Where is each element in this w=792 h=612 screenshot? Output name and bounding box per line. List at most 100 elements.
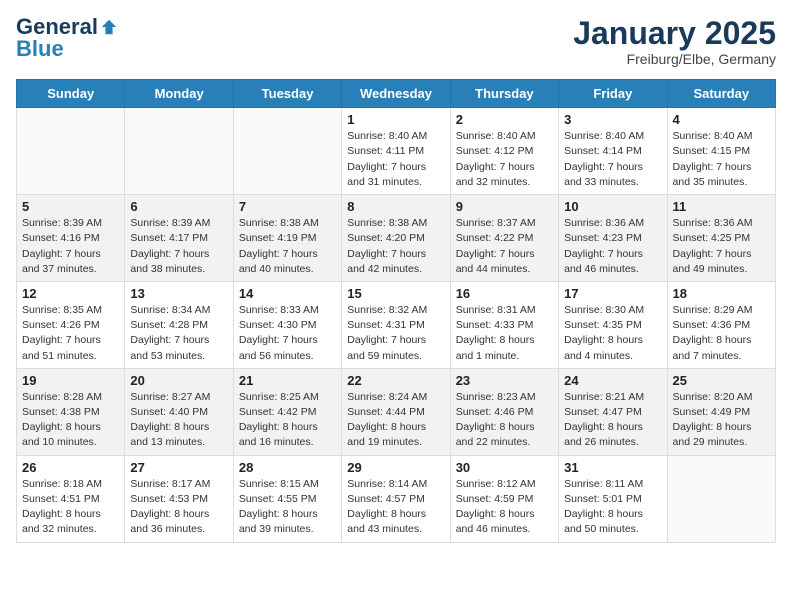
day-info: Sunrise: 8:14 AM Sunset: 4:57 PM Dayligh… [347,477,444,538]
calendar-day-cell: 7 Sunrise: 8:38 AM Sunset: 4:19 PM Daylig… [233,195,341,282]
calendar-day-cell: 20 Sunrise: 8:27 AM Sunset: 4:40 PM Dayli… [125,368,233,455]
calendar-day-cell [667,455,775,542]
calendar-day-cell: 13 Sunrise: 8:34 AM Sunset: 4:28 PM Dayli… [125,281,233,368]
day-number: 30 [456,460,553,475]
day-number: 8 [347,199,444,214]
day-info: Sunrise: 8:12 AM Sunset: 4:59 PM Dayligh… [456,477,553,538]
day-info: Sunrise: 8:24 AM Sunset: 4:44 PM Dayligh… [347,390,444,451]
calendar-day-cell: 15 Sunrise: 8:32 AM Sunset: 4:31 PM Dayli… [342,281,450,368]
month-title: January 2025 [573,16,776,51]
calendar-day-cell: 25 Sunrise: 8:20 AM Sunset: 4:49 PM Dayli… [667,368,775,455]
day-info: Sunrise: 8:34 AM Sunset: 4:28 PM Dayligh… [130,303,227,364]
day-number: 4 [673,112,770,127]
calendar-day-cell: 1Sunrise: 8:40 AM Sunset: 4:11 PM Daylig… [342,108,450,195]
day-number: 10 [564,199,661,214]
calendar-day-cell: 9 Sunrise: 8:37 AM Sunset: 4:22 PM Daylig… [450,195,558,282]
calendar-day-cell: 31Sunrise: 8:11 AM Sunset: 5:01 PM Dayli… [559,455,667,542]
calendar-day-cell: 23 Sunrise: 8:23 AM Sunset: 4:46 PM Dayli… [450,368,558,455]
day-info: Sunrise: 8:39 AM Sunset: 4:17 PM Dayligh… [130,216,227,277]
day-number: 13 [130,286,227,301]
calendar-day-cell: 16 Sunrise: 8:31 AM Sunset: 4:33 PM Dayli… [450,281,558,368]
day-number: 16 [456,286,553,301]
day-number: 17 [564,286,661,301]
day-number: 7 [239,199,336,214]
day-info: Sunrise: 8:35 AM Sunset: 4:26 PM Dayligh… [22,303,119,364]
day-number: 9 [456,199,553,214]
day-info: Sunrise: 8:30 AM Sunset: 4:35 PM Dayligh… [564,303,661,364]
day-info: Sunrise: 8:38 AM Sunset: 4:19 PM Dayligh… [239,216,336,277]
day-number: 20 [130,373,227,388]
day-info: Sunrise: 8:36 AM Sunset: 4:23 PM Dayligh… [564,216,661,277]
day-info: Sunrise: 8:15 AM Sunset: 4:55 PM Dayligh… [239,477,336,538]
day-number: 29 [347,460,444,475]
day-number: 19 [22,373,119,388]
calendar-day-cell: 4Sunrise: 8:40 AM Sunset: 4:15 PM Daylig… [667,108,775,195]
day-info: Sunrise: 8:40 AM Sunset: 4:12 PM Dayligh… [456,129,553,190]
day-number: 6 [130,199,227,214]
day-info: Sunrise: 8:38 AM Sunset: 4:20 PM Dayligh… [347,216,444,277]
calendar-day-cell: 3 Sunrise: 8:40 AM Sunset: 4:14 PM Daylig… [559,108,667,195]
calendar-day-cell: 6 Sunrise: 8:39 AM Sunset: 4:17 PM Daylig… [125,195,233,282]
day-number: 3 [564,112,661,127]
weekday-header-sunday: Sunday [17,80,125,108]
calendar-day-cell: 8 Sunrise: 8:38 AM Sunset: 4:20 PM Daylig… [342,195,450,282]
calendar-day-cell: 30 Sunrise: 8:12 AM Sunset: 4:59 PM Dayli… [450,455,558,542]
weekday-header-wednesday: Wednesday [342,80,450,108]
location: Freiburg/Elbe, Germany [573,51,776,67]
weekday-header-saturday: Saturday [667,80,775,108]
day-info: Sunrise: 8:23 AM Sunset: 4:46 PM Dayligh… [456,390,553,451]
day-number: 15 [347,286,444,301]
weekday-header-row: SundayMondayTuesdayWednesdayThursdayFrid… [17,80,776,108]
calendar-week-row: 12 Sunrise: 8:35 AM Sunset: 4:26 PM Dayli… [17,281,776,368]
day-number: 23 [456,373,553,388]
day-number: 22 [347,373,444,388]
weekday-header-tuesday: Tuesday [233,80,341,108]
calendar-day-cell: 21Sunrise: 8:25 AM Sunset: 4:42 PM Dayli… [233,368,341,455]
day-info: Sunrise: 8:29 AM Sunset: 4:36 PM Dayligh… [673,303,770,364]
day-info: Sunrise: 8:17 AM Sunset: 4:53 PM Dayligh… [130,477,227,538]
calendar-day-cell: 29 Sunrise: 8:14 AM Sunset: 4:57 PM Dayli… [342,455,450,542]
day-info: Sunrise: 8:36 AM Sunset: 4:25 PM Dayligh… [673,216,770,277]
day-info: Sunrise: 8:37 AM Sunset: 4:22 PM Dayligh… [456,216,553,277]
day-number: 27 [130,460,227,475]
day-number: 25 [673,373,770,388]
calendar-day-cell: 28 Sunrise: 8:15 AM Sunset: 4:55 PM Dayli… [233,455,341,542]
day-number: 12 [22,286,119,301]
page-header: General Blue January 2025 Freiburg/Elbe,… [16,16,776,67]
calendar-day-cell: 2Sunrise: 8:40 AM Sunset: 4:12 PM Daylig… [450,108,558,195]
day-info: Sunrise: 8:33 AM Sunset: 4:30 PM Dayligh… [239,303,336,364]
day-number: 18 [673,286,770,301]
day-number: 31 [564,460,661,475]
logo: General Blue [16,16,118,60]
logo-blue-text: Blue [16,38,64,60]
day-number: 21 [239,373,336,388]
calendar-day-cell: 22 Sunrise: 8:24 AM Sunset: 4:44 PM Dayli… [342,368,450,455]
day-info: Sunrise: 8:40 AM Sunset: 4:14 PM Dayligh… [564,129,661,190]
day-info: Sunrise: 8:18 AM Sunset: 4:51 PM Dayligh… [22,477,119,538]
calendar-day-cell: 27 Sunrise: 8:17 AM Sunset: 4:53 PM Dayli… [125,455,233,542]
calendar: SundayMondayTuesdayWednesdayThursdayFrid… [16,79,776,542]
day-number: 1 [347,112,444,127]
day-info: Sunrise: 8:31 AM Sunset: 4:33 PM Dayligh… [456,303,553,364]
title-block: January 2025 Freiburg/Elbe, Germany [573,16,776,67]
calendar-day-cell [17,108,125,195]
day-number: 28 [239,460,336,475]
day-info: Sunrise: 8:20 AM Sunset: 4:49 PM Dayligh… [673,390,770,451]
calendar-day-cell: 19Sunrise: 8:28 AM Sunset: 4:38 PM Dayli… [17,368,125,455]
calendar-day-cell: 26 Sunrise: 8:18 AM Sunset: 4:51 PM Dayli… [17,455,125,542]
day-number: 26 [22,460,119,475]
calendar-week-row: 5Sunrise: 8:39 AM Sunset: 4:16 PM Daylig… [17,195,776,282]
calendar-day-cell [125,108,233,195]
calendar-week-row: 1Sunrise: 8:40 AM Sunset: 4:11 PM Daylig… [17,108,776,195]
day-number: 5 [22,199,119,214]
day-info: Sunrise: 8:27 AM Sunset: 4:40 PM Dayligh… [130,390,227,451]
day-number: 24 [564,373,661,388]
weekday-header-friday: Friday [559,80,667,108]
calendar-week-row: 19Sunrise: 8:28 AM Sunset: 4:38 PM Dayli… [17,368,776,455]
day-number: 14 [239,286,336,301]
calendar-day-cell: 17 Sunrise: 8:30 AM Sunset: 4:35 PM Dayli… [559,281,667,368]
calendar-day-cell: 12 Sunrise: 8:35 AM Sunset: 4:26 PM Dayli… [17,281,125,368]
calendar-day-cell: 14 Sunrise: 8:33 AM Sunset: 4:30 PM Dayli… [233,281,341,368]
day-info: Sunrise: 8:32 AM Sunset: 4:31 PM Dayligh… [347,303,444,364]
weekday-header-monday: Monday [125,80,233,108]
